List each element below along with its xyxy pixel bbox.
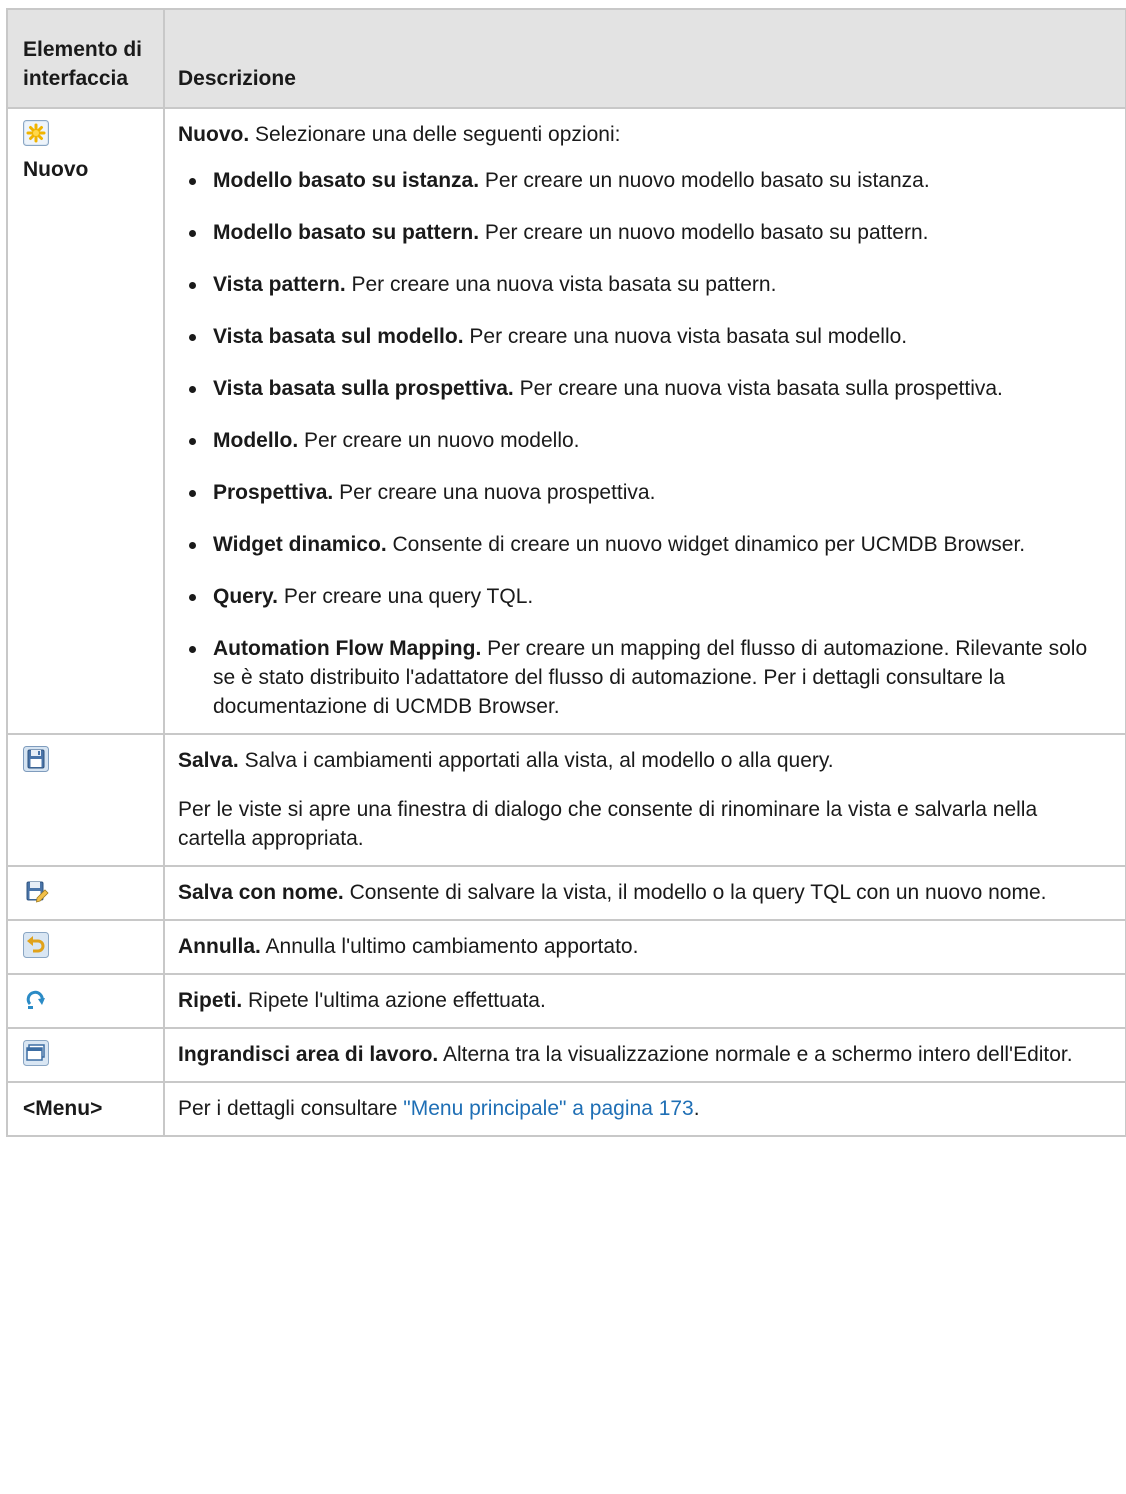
cell-ui-element	[6, 733, 165, 867]
redo-title: Ripeti.	[178, 989, 243, 1012]
undo-text: Annulla l'ultimo cambiamento apportato.	[265, 935, 639, 958]
cell-ui-element	[6, 919, 165, 975]
save-as-title: Salva con nome.	[178, 881, 344, 904]
redo-text: Ripete l'ultima azione effettuata.	[248, 989, 546, 1012]
save-extra: Per le viste si apre una finestra di dia…	[178, 798, 1038, 850]
list-item: Modello. Per creare un nuovo modello.	[178, 426, 1105, 455]
cell-description: Salva con nome. Consente di salvare la v…	[163, 865, 1126, 921]
table-row-undo: Annulla. Annulla l'ultimo cambiamento ap…	[6, 919, 1126, 975]
cell-ui-element	[6, 1027, 165, 1083]
menu-text-before: Per i dettagli consultare	[178, 1097, 404, 1120]
undo-title: Annulla.	[178, 935, 261, 958]
table-row-save: Salva. Salva i cambiamenti apportati all…	[6, 733, 1126, 867]
list-item: Query. Per creare una query TQL.	[178, 582, 1105, 611]
table-row-maximize: Ingrandisci area di lavoro. Alterna tra …	[6, 1027, 1126, 1083]
save-as-text: Consente di salvare la vista, il modello…	[349, 881, 1047, 904]
cell-description: Ripeti. Ripete l'ultima azione effettuat…	[163, 973, 1126, 1029]
header-ui-element: Elemento di interfaccia	[6, 8, 165, 109]
cell-description: Per i dettagli consultare "Menu principa…	[163, 1081, 1126, 1137]
header-description: Descrizione	[163, 8, 1126, 109]
menu-text-after: .	[693, 1097, 700, 1120]
cell-description: Salva. Salva i cambiamenti apportati all…	[163, 733, 1126, 867]
save-title: Salva.	[178, 749, 239, 772]
table-row-new: Nuovo Nuovo. Selezionare una delle segue…	[6, 107, 1126, 735]
cell-description: Nuovo. Selezionare una delle seguenti op…	[163, 107, 1126, 735]
table-row-redo: Ripeti. Ripete l'ultima azione effettuat…	[6, 973, 1126, 1029]
new-star-icon[interactable]	[23, 120, 163, 146]
table-row-menu: <Menu> Per i dettagli consultare "Menu p…	[6, 1081, 1126, 1137]
ui-elements-table: Elemento di interfaccia Descrizione Nuov…	[6, 8, 1126, 1137]
table-row-save-as: Salva con nome. Consente di salvare la v…	[6, 865, 1126, 921]
list-item: Vista basata sul modello. Per creare una…	[178, 322, 1105, 351]
new-intro: Selezionare una delle seguenti opzioni:	[255, 123, 621, 146]
cell-ui-element	[6, 973, 165, 1029]
cell-ui-element: <Menu>	[6, 1081, 165, 1137]
table-header-row: Elemento di interfaccia Descrizione	[6, 8, 1126, 109]
list-item: Vista basata sulla prospettiva. Per crea…	[178, 374, 1105, 403]
main-menu-link[interactable]: "Menu principale" a pagina 173	[403, 1097, 693, 1120]
list-item: Prospettiva. Per creare una nuova prospe…	[178, 478, 1105, 507]
save-text: Salva i cambiamenti apportati alla vista…	[244, 749, 834, 772]
cell-description: Ingrandisci area di lavoro. Alterna tra …	[163, 1027, 1126, 1083]
list-item: Modello basato su istanza. Per creare un…	[178, 166, 1105, 195]
cell-ui-element	[6, 865, 165, 921]
cell-ui-element: Nuovo	[6, 107, 165, 735]
list-item: Vista pattern. Per creare una nuova vist…	[178, 270, 1105, 299]
maximize-workarea-icon[interactable]	[23, 1040, 163, 1066]
save-as-icon[interactable]	[23, 878, 163, 904]
list-item: Automation Flow Mapping. Per creare un m…	[178, 634, 1105, 721]
new-title: Nuovo.	[178, 123, 250, 146]
save-disk-icon[interactable]	[23, 746, 163, 772]
cell-description: Annulla. Annulla l'ultimo cambiamento ap…	[163, 919, 1126, 975]
undo-icon[interactable]	[23, 932, 163, 958]
list-item: Widget dinamico. Consente di creare un n…	[178, 530, 1105, 559]
redo-icon[interactable]	[23, 986, 163, 1012]
maximize-title: Ingrandisci area di lavoro.	[178, 1043, 439, 1066]
new-options-list: Modello basato su istanza. Per creare un…	[178, 166, 1105, 721]
menu-label: <Menu>	[23, 1097, 103, 1120]
list-item: Modello basato su pattern. Per creare un…	[178, 218, 1105, 247]
maximize-text: Alterna tra la visualizzazione normale e…	[442, 1043, 1073, 1066]
new-label: Nuovo	[23, 158, 89, 181]
